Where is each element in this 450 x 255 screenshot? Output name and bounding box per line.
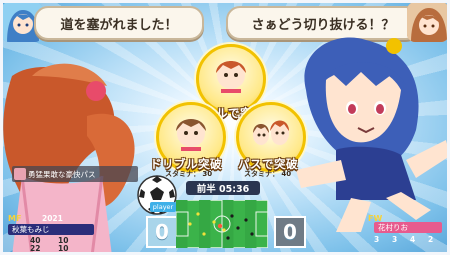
away-score: 0 xyxy=(274,216,306,248)
home-score: 0 xyxy=(146,216,178,248)
play-name-text: 勇猛果敢な豪快パス xyxy=(28,169,96,179)
left-position-tag: MF xyxy=(8,214,22,223)
right-stat-3: 4 xyxy=(410,235,416,244)
pass-stamina-cost: スタミナ： 40 xyxy=(244,170,292,178)
left-stat-3: 22 xyxy=(30,244,41,253)
skill-player-face-icon xyxy=(216,61,246,93)
left-stat-4: 10 xyxy=(58,244,69,253)
away-score-value: 0 xyxy=(283,220,297,244)
pass-players-face-icon xyxy=(253,120,289,145)
player-tag: player xyxy=(150,202,176,212)
game-screen: 道を塞がれました！ さぁどう切り抜ける！？ スキルで突破 ドリブル突破 スタミナ… xyxy=(0,0,450,255)
skill-breakthrough-button[interactable] xyxy=(196,44,266,114)
right-player-status: FW 花村りお 3 3 4 2 xyxy=(360,213,446,253)
right-player-name: 花村りお xyxy=(374,222,442,233)
play-thumbnail-icon xyxy=(14,168,26,180)
match-clock-text: 前半 05:36 xyxy=(196,184,250,195)
right-stat-4: 2 xyxy=(428,235,434,244)
right-stat-1: 3 xyxy=(374,235,380,244)
play-name-banner: 勇猛果敢な豪快パス xyxy=(12,166,138,182)
mini-field-map xyxy=(176,200,268,248)
match-clock: 前半 05:36 xyxy=(186,181,260,195)
left-dialogue-banner: 道を塞がれました！ xyxy=(34,6,204,40)
player-tag-text: player xyxy=(152,203,174,211)
home-score-value: 0 xyxy=(155,220,169,244)
right-player-name-text: 花村りお xyxy=(378,223,408,232)
dribble-player-face-icon xyxy=(176,119,206,151)
left-header-value: 2021 xyxy=(42,214,63,223)
left-dialogue-text: 道を塞がれました！ xyxy=(60,17,178,33)
left-player-name-text: 秋葉もみじ xyxy=(12,225,50,234)
left-player-name: 秋葉もみじ xyxy=(8,224,94,235)
left-player-status: MF 2021 秋葉もみじ 40 10 22 10 xyxy=(4,213,94,253)
right-stat-2: 3 xyxy=(392,235,398,244)
